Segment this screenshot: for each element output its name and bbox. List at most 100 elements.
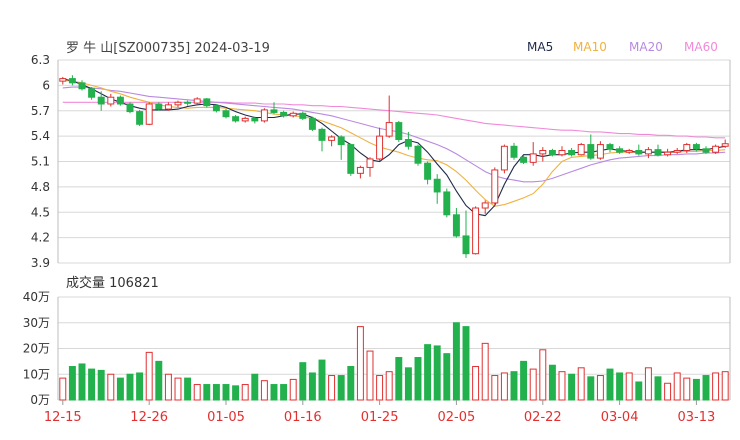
candle [510,142,518,160]
candle [462,210,470,258]
candle-body [404,139,412,147]
volume-bar [568,373,576,401]
price-tick-label: 6.3 [31,53,50,67]
candle-body [184,101,192,104]
candle-body [241,117,249,122]
ma10-line [62,79,726,207]
candle-body [424,162,432,180]
candle-body [97,96,105,105]
candle-body [385,122,393,137]
candle-body [347,144,355,174]
candle-body [481,202,489,209]
volume-bar [164,373,172,401]
candle-body [692,144,700,150]
candle-body [510,145,518,158]
candle-body [443,191,451,216]
candle-body [145,103,153,125]
volume-tick-label: 0万 [30,393,50,407]
candle-body [472,207,480,255]
candle-body [232,116,240,122]
volume-label: 成交量 106821 [66,275,159,291]
volume-bar [500,372,508,401]
volume-bar [203,384,211,401]
candle-body [59,78,67,82]
candle-body [203,98,211,107]
volume-bar [558,371,566,401]
volume-bar [174,377,182,401]
volume-bar [548,364,556,401]
ma5-line [62,78,726,217]
date-tick-label: 03-13 [678,410,716,425]
date-tick-label: 12-26 [130,410,168,425]
date-tick-label: 01-16 [284,410,322,425]
volume-bar [433,345,441,401]
candle [155,102,163,111]
candle [568,147,576,157]
candle [606,142,614,153]
candle-body [529,153,537,163]
volume-bar [289,378,297,401]
price-tick-label: 6 [42,78,50,92]
candle-body [280,111,288,117]
volume-bar [462,326,470,401]
candle-body [155,103,163,110]
candle [644,147,652,159]
candle-body [712,145,720,153]
candle [491,167,499,206]
volume-bar [616,372,624,401]
candle-body [164,104,172,110]
volume-bar [78,363,86,401]
candle-body [452,214,460,237]
volume-tick-label: 30万 [23,316,50,330]
candle-body [596,144,604,159]
legend-ma10: MA10 [573,40,607,54]
volume-bar [664,382,672,401]
volume-bar [635,381,643,401]
volume-bar [107,373,115,401]
volume-bar [644,367,652,401]
candle [260,108,268,123]
moving-average-lines [62,78,726,217]
legend-ma20: MA20 [629,40,663,54]
candle-body [702,148,710,153]
candle [558,146,566,157]
candle-body [721,143,729,147]
volume-bar [683,377,691,401]
candle [193,97,201,105]
candle-body [520,156,528,163]
candle [164,102,172,111]
volume-bar [702,375,710,401]
volume-bar [606,368,614,401]
candle-body [68,78,76,84]
candle [587,134,595,160]
volume-bar [337,375,345,401]
volume-bar [347,366,355,401]
volume-bar [673,372,681,401]
candle-body [491,169,499,204]
candle-body [635,150,643,155]
candle [443,188,451,218]
candle [116,95,124,106]
volume-axis-labels: 40万 30万 20万 10万 0万 [23,290,50,407]
candle-body [116,96,124,105]
price-tick-label: 5.1 [31,155,50,169]
volume-bar [308,372,316,401]
candle-body [539,150,547,155]
volume-bars [59,322,729,401]
candle [654,144,662,157]
volume-bar [520,360,528,401]
candle [625,148,633,154]
volume-bar [212,384,220,401]
candle [347,143,355,176]
volume-bar [491,375,499,401]
candle [222,109,230,119]
candle [212,103,220,113]
candle [366,157,374,177]
ma-legend: MA5 MA10 MA20 MA60 [527,40,718,54]
candle [68,75,76,86]
candle-body [126,103,134,113]
volume-bar [241,384,249,401]
volume-tick-label: 10万 [23,367,50,381]
date-tick-label: 03-04 [601,410,639,425]
volume-bar [251,373,259,401]
